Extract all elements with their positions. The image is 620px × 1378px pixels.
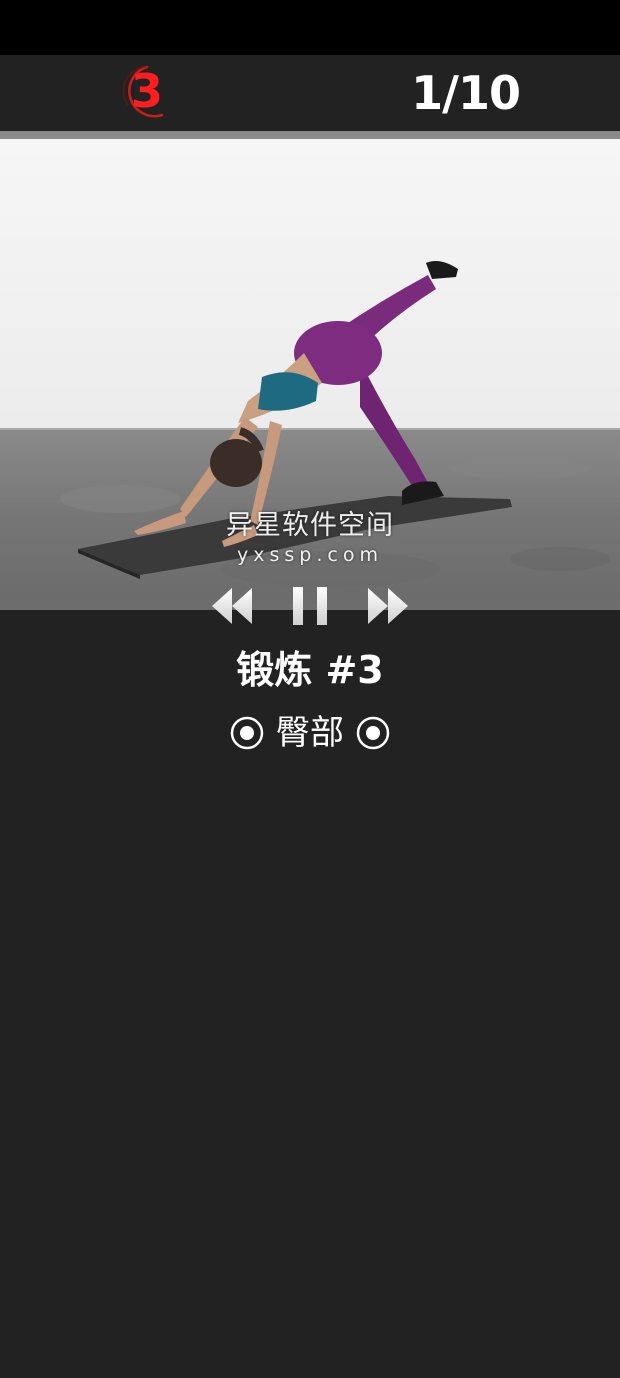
playback-controls <box>0 584 620 630</box>
exercise-title: 锻炼 #3 <box>236 648 384 692</box>
watermark-url: yxssp.com <box>237 544 383 566</box>
countdown-value: 3 <box>130 64 163 118</box>
target-icon <box>230 716 264 750</box>
top-bar: 3 1/10 <box>0 55 620 131</box>
target-icon <box>356 716 390 750</box>
fast-forward-button[interactable] <box>366 584 410 628</box>
workout-progress-track <box>0 131 620 139</box>
exercise-progress-counter: 1/10 <box>411 66 521 120</box>
pause-icon <box>293 587 327 625</box>
workout-screen: 3 1/10 异星软件空间 yxssp.com 锻炼 #3 臀部 <box>0 55 620 1378</box>
target-body-part: 臀部 <box>0 710 620 756</box>
rewind-button[interactable] <box>210 584 254 628</box>
watermark: 异星软件空间 yxssp.com <box>0 509 620 567</box>
watermark-title: 异星软件空间 <box>226 510 394 541</box>
pause-button[interactable] <box>290 584 330 628</box>
exercise-video[interactable]: 异星软件空间 yxssp.com <box>0 139 620 605</box>
body-part-label: 臀部 <box>276 713 344 753</box>
status-bar <box>0 0 620 55</box>
rewind-icon <box>212 588 252 624</box>
countdown-timer: 3 <box>120 61 174 123</box>
fast-forward-icon <box>368 588 408 624</box>
